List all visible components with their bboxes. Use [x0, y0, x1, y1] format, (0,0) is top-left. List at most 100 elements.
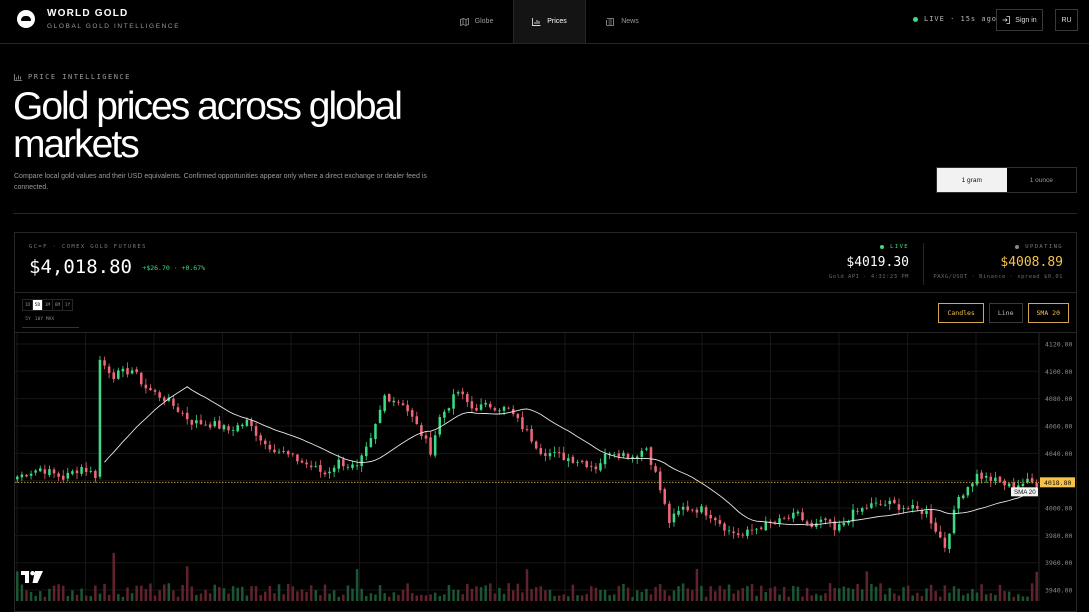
volume-bar: [645, 588, 648, 601]
candle-body: [819, 519, 823, 523]
bar-chart-icon: [14, 73, 22, 81]
candle-body: [516, 414, 520, 419]
candle-body: [1030, 478, 1034, 483]
tab-globe-label: Globe: [474, 18, 494, 25]
chart-style-sma-20-button[interactable]: SMA 20: [1027, 303, 1069, 323]
candle-body: [355, 465, 359, 467]
volume-bar: [860, 589, 864, 601]
candle-body: [199, 419, 203, 425]
tab-news[interactable]: News: [586, 0, 659, 43]
candle-body: [668, 503, 671, 524]
candle-body: [746, 529, 749, 536]
candle-body: [663, 489, 667, 504]
y-tick-label: 4040.00: [1045, 450, 1072, 458]
unit-gram-button[interactable]: 1 gram: [937, 168, 1007, 192]
volume-bar: [259, 595, 262, 601]
candle-body: [966, 487, 970, 496]
volume-bar: [778, 594, 781, 601]
volume-bar: [792, 585, 795, 601]
candle-body: [360, 455, 363, 467]
candle-body: [539, 448, 543, 455]
y-tick-label: 4120.00: [1045, 340, 1072, 348]
volume-bar: [48, 588, 51, 601]
candle-body: [902, 508, 905, 509]
candle-body: [374, 423, 377, 440]
volume-bar: [658, 584, 662, 601]
candle-body: [162, 397, 166, 402]
volume-bar: [75, 594, 79, 601]
sign-in-button[interactable]: Sign in: [996, 9, 1043, 31]
volume-bar: [245, 595, 249, 601]
volume-bar: [140, 585, 143, 601]
candle-body: [245, 419, 249, 426]
candle-body: [943, 537, 947, 548]
chart-style-line-button[interactable]: Line: [988, 303, 1023, 323]
volume-bar: [222, 588, 226, 601]
range-underline: [22, 327, 79, 328]
volume-bar: [511, 590, 515, 601]
volume-bar: [20, 584, 24, 601]
candle-body: [714, 517, 717, 521]
price-chart-panel: GC=F · COMEX GOLD FUTURES $4,018.80 +$26…: [14, 232, 1077, 612]
candle-body: [263, 440, 267, 445]
bar-chart-icon: [532, 17, 541, 26]
volume-bar: [617, 585, 621, 601]
candle-body: [755, 528, 758, 530]
range-button-1y[interactable]: 1Y: [62, 299, 73, 311]
candle-body: [489, 403, 492, 408]
candle-body: [837, 524, 841, 531]
last-price-label: 4018.80: [1044, 479, 1071, 487]
candle-body: [649, 447, 653, 465]
unit-ounce-button[interactable]: 1 ounce: [1007, 168, 1077, 192]
volume-bar: [787, 596, 791, 601]
candle-body: [851, 509, 855, 522]
candle-body: [57, 473, 60, 477]
candle-body: [695, 509, 699, 513]
candle-body: [994, 477, 997, 482]
volume-bar: [25, 590, 28, 601]
brand[interactable]: WORLD GOLD GLOBAL GOLD INTELLIGENCE: [17, 8, 180, 30]
candle-body: [718, 520, 722, 524]
tab-prices[interactable]: Prices: [513, 0, 586, 43]
range-button-max[interactable]: MAX: [44, 313, 56, 325]
tab-globe[interactable]: Globe: [440, 0, 513, 43]
candle-body: [879, 503, 882, 505]
volume-bar: [833, 587, 836, 601]
volume-bar: [447, 585, 451, 601]
candle-body: [567, 458, 570, 462]
chart-style-candles-button[interactable]: Candles: [938, 303, 984, 323]
language-button[interactable]: RU: [1055, 9, 1078, 31]
volume-bar: [378, 585, 382, 601]
volume-bar: [337, 596, 340, 601]
candle-body: [172, 398, 175, 406]
volume-bar: [580, 595, 584, 601]
volume-bar: [539, 586, 543, 601]
candle-body: [870, 503, 873, 508]
volume-bar: [80, 588, 83, 601]
volume-bar: [309, 585, 313, 601]
volume-bar: [741, 588, 745, 601]
volume-bar: [736, 590, 740, 601]
volume-bar: [631, 596, 634, 601]
volume-bar: [603, 589, 607, 601]
candle-body: [208, 424, 212, 428]
candle-body: [759, 527, 763, 529]
candle-body: [824, 518, 827, 520]
volume-bar: [943, 585, 947, 601]
candle-body: [865, 507, 869, 509]
candle-body: [764, 521, 768, 531]
volume-bar: [534, 587, 538, 601]
candle-body: [658, 471, 662, 491]
volume-bar: [548, 589, 552, 601]
volume-bar: [626, 587, 630, 601]
candle-body: [557, 452, 561, 454]
y-tick-label: 3960.00: [1045, 559, 1072, 567]
candle-body: [20, 474, 24, 478]
candle-body: [700, 506, 703, 513]
volume-bar: [16, 571, 19, 601]
candle-body: [654, 466, 657, 472]
candlestick-chart[interactable]: 4120.004100.004080.004060.004040.004020.…: [15, 333, 1076, 601]
tab-news-label: News: [621, 18, 639, 25]
candle-body: [420, 425, 423, 437]
volume-bar: [939, 596, 942, 601]
